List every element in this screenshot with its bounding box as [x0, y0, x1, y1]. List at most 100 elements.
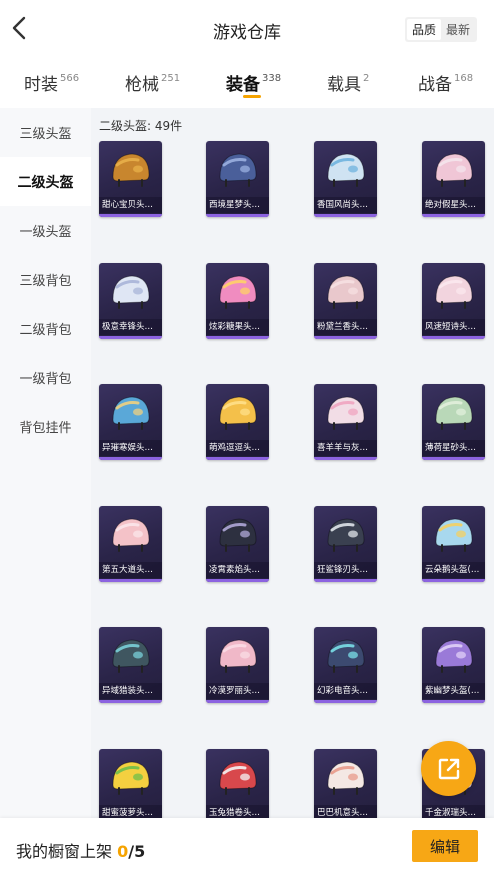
helmet-item-card[interactable]: 喜羊羊与灰太...: [314, 384, 377, 460]
item-name: 薄荷星砂头盔...: [422, 440, 485, 456]
tab-fashion[interactable]: 时装 566: [24, 70, 79, 95]
helmet-item-card[interactable]: 紫幽梦头盔(2...: [422, 627, 485, 703]
showcase-label: 我的橱窗上架: [16, 842, 118, 861]
quality-bar: [99, 579, 162, 582]
helmet-item-card[interactable]: 甜心宝贝头盔...: [99, 141, 162, 217]
helmet-item-card[interactable]: 炫彩糖果头盔...: [206, 263, 269, 339]
helmet-icon: [112, 518, 150, 552]
section-title: 二级头盔: 49件: [99, 119, 183, 133]
helmet-item-card[interactable]: 萌鸡逗逗头盔...: [206, 384, 269, 460]
item-name: 萌鸡逗逗头盔...: [206, 440, 269, 456]
sidebar: 三级头盔 二级头盔 一级头盔 三级背包 二级背包 一级背包 背包挂件: [0, 108, 91, 818]
item-name: 巴巴机意头盔...: [314, 805, 377, 818]
helmet-item-card[interactable]: 西境星梦头盔...: [206, 141, 269, 217]
quality-bar: [206, 579, 269, 582]
item-name: 凌霄素焰头盔...: [206, 562, 269, 578]
quality-bar: [99, 336, 162, 339]
item-name: 极意幸锋头盔...: [99, 319, 162, 335]
helmet-item-card[interactable]: 幻彩电音头盔...: [314, 627, 377, 703]
helmet-icon: [112, 761, 150, 795]
sidebar-item-backpack-charm[interactable]: 背包挂件: [0, 402, 91, 451]
tab-supplies[interactable]: 战备 168: [418, 70, 473, 95]
item-name: 炫彩糖果头盔...: [206, 319, 269, 335]
tab-label: 战备: [418, 75, 452, 95]
item-name: 喜羊羊与灰太...: [314, 440, 377, 456]
sort-option-quality[interactable]: 品质: [407, 19, 441, 40]
helmet-item-card[interactable]: 异域猎装头盔...: [99, 627, 162, 703]
tab-label: 枪械: [125, 75, 159, 95]
tab-label: 载具: [327, 75, 361, 95]
helmet-icon: [327, 518, 365, 552]
tab-label: 时装: [24, 75, 58, 95]
quality-bar: [422, 457, 485, 460]
helmet-icon: [219, 518, 257, 552]
helmet-icon: [112, 396, 150, 430]
helmet-icon: [327, 153, 365, 187]
helmet-icon: [112, 153, 150, 187]
item-name: 异璀寒娱头盔...: [99, 440, 162, 456]
share-button[interactable]: [421, 741, 476, 796]
item-name: 云朵鹅头盔(2...: [422, 562, 485, 578]
quality-bar: [314, 579, 377, 582]
quality-bar: [99, 700, 162, 703]
item-name: 冷漠罗丽头盔...: [206, 683, 269, 699]
quality-bar: [206, 214, 269, 217]
quality-bar: [314, 457, 377, 460]
helmet-item-card[interactable]: 薄荷星砂头盔...: [422, 384, 485, 460]
item-name: 幻彩电音头盔...: [314, 683, 377, 699]
item-name: 第五大道头盔...: [99, 562, 162, 578]
sidebar-item-level3-helmet[interactable]: 三级头盔: [0, 108, 91, 157]
sidebar-item-level2-helmet[interactable]: 二级头盔: [0, 157, 91, 206]
tab-weapons[interactable]: 枪械 251: [125, 70, 180, 95]
sidebar-item-level2-backpack[interactable]: 二级背包: [0, 304, 91, 353]
tab-count: 168: [454, 73, 474, 85]
item-name: 风速短诗头盔...: [422, 319, 485, 335]
helmet-icon: [219, 639, 257, 673]
edit-button[interactable]: 编辑: [412, 830, 478, 862]
item-name: 异域猎装头盔...: [99, 683, 162, 699]
helmet-icon: [435, 153, 473, 187]
quality-bar: [422, 700, 485, 703]
sidebar-item-level1-helmet[interactable]: 一级头盔: [0, 206, 91, 255]
sort-option-latest[interactable]: 最新: [441, 19, 475, 40]
tab-count: 338: [262, 73, 282, 85]
helmet-item-card[interactable]: 粉黛兰香头盔...: [314, 263, 377, 339]
tab-equipment[interactable]: 装备 338: [226, 70, 281, 95]
showcase-total: /5: [128, 842, 146, 861]
tab-count: 566: [60, 73, 80, 85]
category-tabs: 时装 566 枪械 251 装备 338 载具 2 战备 168: [0, 60, 494, 106]
helmet-item-card[interactable]: 云朵鹅头盔(2...: [422, 506, 485, 582]
item-name: 玉兔猎卷头盔...: [206, 805, 269, 818]
showcase-count: 0: [117, 842, 129, 861]
tab-vehicles[interactable]: 载具 2: [327, 70, 369, 95]
helmet-icon: [327, 396, 365, 430]
helmet-icon: [327, 275, 365, 309]
sort-toggle: 品质 最新: [405, 17, 477, 42]
helmet-item-card[interactable]: 巴巴机意头盔...: [314, 749, 377, 818]
header: 游戏仓库 品质 最新: [0, 0, 494, 58]
helmet-item-card[interactable]: 甜蜜菠萝头盔...: [99, 749, 162, 818]
helmet-item-card[interactable]: 狂鲨锋刃头盔...: [314, 506, 377, 582]
share-external-icon: [438, 758, 459, 779]
quality-bar: [422, 579, 485, 582]
helmet-item-card[interactable]: 第五大道头盔...: [99, 506, 162, 582]
quality-bar: [422, 214, 485, 217]
helmet-icon: [219, 153, 257, 187]
helmet-item-card[interactable]: 玉兔猎卷头盔...: [206, 749, 269, 818]
quality-bar: [206, 336, 269, 339]
helmet-item-card[interactable]: 香国风尚头盔...: [314, 141, 377, 217]
helmet-item-card[interactable]: 绝对假星头盔...: [422, 141, 485, 217]
helmet-item-card[interactable]: 异璀寒娱头盔...: [99, 384, 162, 460]
helmet-item-card[interactable]: 极意幸锋头盔...: [99, 263, 162, 339]
helmet-item-card[interactable]: 风速短诗头盔...: [422, 263, 485, 339]
helmet-icon: [327, 761, 365, 795]
helmet-item-card[interactable]: 冷漠罗丽头盔...: [206, 627, 269, 703]
helmet-icon: [327, 639, 365, 673]
sidebar-item-level1-backpack[interactable]: 一级背包: [0, 353, 91, 402]
item-name: 粉黛兰香头盔...: [314, 319, 377, 335]
quality-bar: [206, 700, 269, 703]
active-tab-indicator: [243, 95, 261, 98]
helmet-item-card[interactable]: 凌霄素焰头盔...: [206, 506, 269, 582]
sidebar-item-level3-backpack[interactable]: 三级背包: [0, 255, 91, 304]
tab-count: 2: [363, 73, 370, 85]
